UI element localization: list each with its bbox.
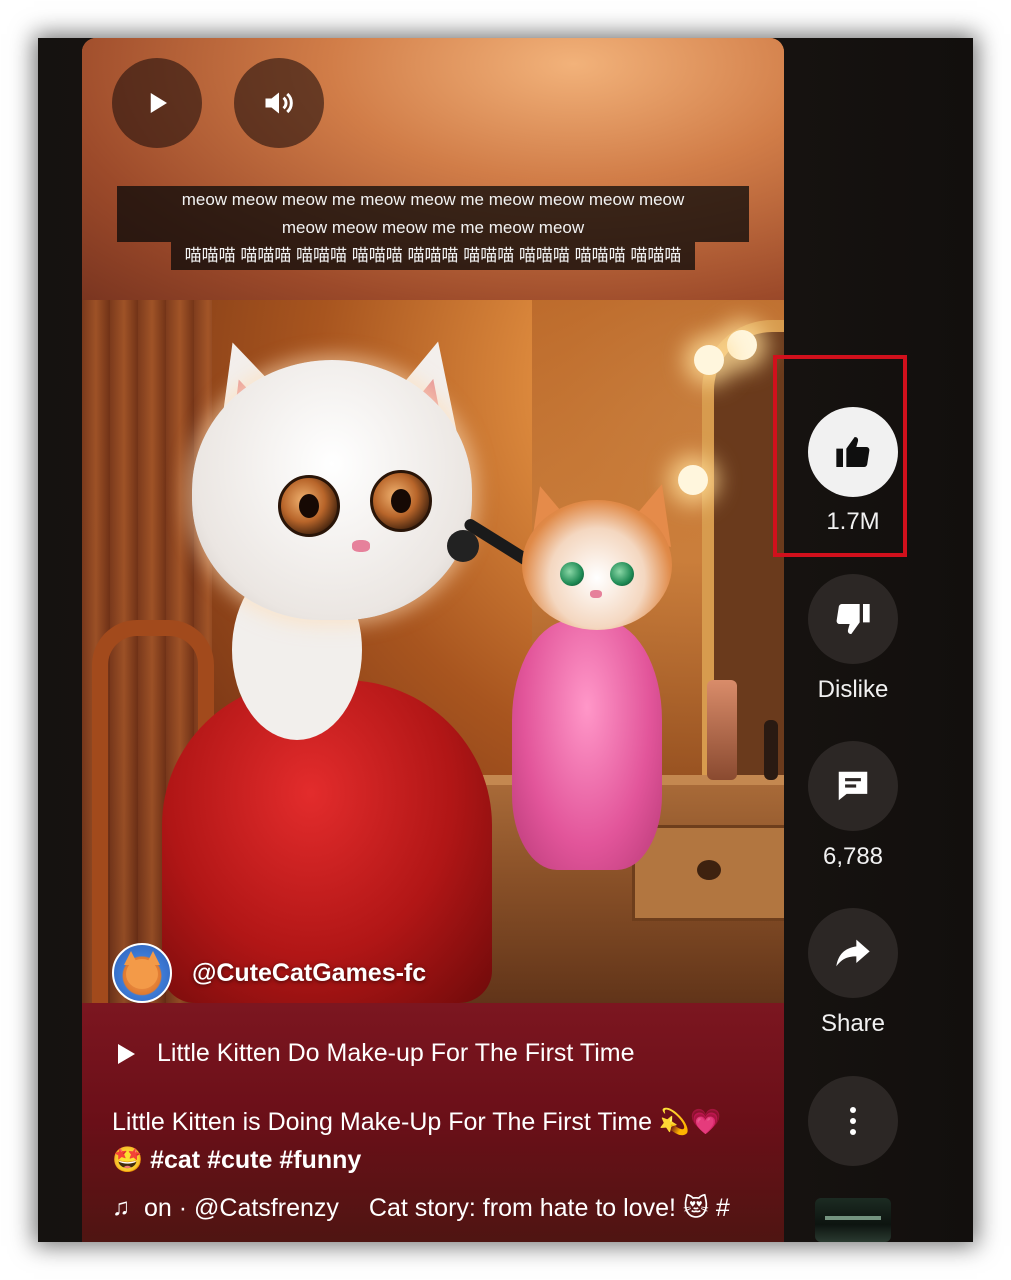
cat-pupil: [391, 489, 411, 513]
comment-count: 6,788: [822, 843, 884, 870]
kitten-nose: [590, 590, 602, 598]
play-icon: [118, 1043, 135, 1064]
table-drawer: [632, 825, 784, 921]
cat-eye: [370, 470, 432, 532]
share-icon: [836, 939, 870, 967]
cat-eye: [278, 475, 340, 537]
drawer-knob: [697, 860, 721, 880]
hashtags[interactable]: #cat #cute #funny: [150, 1146, 361, 1174]
lipstick: [764, 720, 778, 780]
mirror-bulb: [727, 330, 757, 360]
dislike-button[interactable]: [808, 574, 898, 664]
music-track: Cat story: from hate to love! 😻 #: [368, 1194, 730, 1222]
caption-line: meow meow meow me me meow meow: [117, 214, 749, 242]
description-text: Little Kitten is Doing Make-Up For The F…: [112, 1108, 722, 1136]
music-source: on · @Catsfrenzy: [144, 1193, 339, 1222]
thumbs-down-icon: [836, 604, 870, 634]
kitten-head: [522, 500, 672, 630]
more-vert-icon: [850, 1107, 856, 1135]
comments-button[interactable]: [808, 741, 898, 831]
related-video-link[interactable]: Little Kitten Do Make-up For The First T…: [118, 1039, 634, 1068]
video-player[interactable]: meow meow meow me meow meow me meow meow…: [82, 38, 784, 1242]
video-info-panel: Little Kitten Do Make-up For The First T…: [82, 1003, 784, 1242]
share-button[interactable]: [808, 908, 898, 998]
share-label: Share: [820, 1010, 886, 1037]
play-button[interactable]: [112, 58, 202, 148]
shorts-player-frame: meow meow meow me meow meow me meow meow…: [38, 38, 973, 1242]
channel-handle[interactable]: @CuteCatGames-fc: [192, 959, 426, 988]
cat-nose: [352, 540, 370, 552]
music-note-icon: ♫: [112, 1194, 130, 1221]
cosmetic-bottle: [707, 680, 737, 780]
kitten-eye: [610, 562, 634, 586]
video-frame-illustration: [82, 300, 784, 1003]
action-bar: 1.7M Dislike 6,788 Share: [808, 38, 973, 1242]
related-video-title[interactable]: Little Kitten Do Make-up For The First T…: [157, 1039, 634, 1068]
captions: meow meow meow me meow meow me meow meow…: [116, 186, 750, 270]
caption-line: meow meow meow me meow meow me meow meow…: [117, 186, 749, 214]
play-icon: [150, 93, 167, 113]
volume-button[interactable]: [234, 58, 324, 148]
video-description[interactable]: Little Kitten is Doing Make-Up For The F…: [112, 1103, 762, 1179]
dislike-label: Dislike: [817, 676, 889, 703]
volume-icon: [265, 92, 293, 114]
music-ticker[interactable]: ♫ on · @Catsfrenzy Cat story: from hate …: [112, 1193, 730, 1223]
kitten-pink-pajamas: [512, 620, 662, 870]
cat-pupil: [299, 494, 319, 518]
mirror-bulb: [694, 345, 724, 375]
comment-icon: [838, 771, 868, 801]
description-emoji: 🤩: [112, 1146, 144, 1174]
channel-row[interactable]: @CuteCatGames-fc: [112, 943, 426, 1003]
caption-line: 喵喵喵 喵喵喵 喵喵喵 喵喵喵 喵喵喵 喵喵喵 喵喵喵 喵喵喵 喵喵喵: [170, 242, 696, 270]
like-highlight-box: [773, 355, 907, 557]
avatar-face: [126, 959, 158, 989]
kitten-eye: [560, 562, 584, 586]
more-options-button[interactable]: [808, 1076, 898, 1166]
channel-avatar[interactable]: [112, 943, 172, 1003]
sound-thumbnail[interactable]: [815, 1198, 891, 1242]
cat-head: [192, 360, 472, 620]
